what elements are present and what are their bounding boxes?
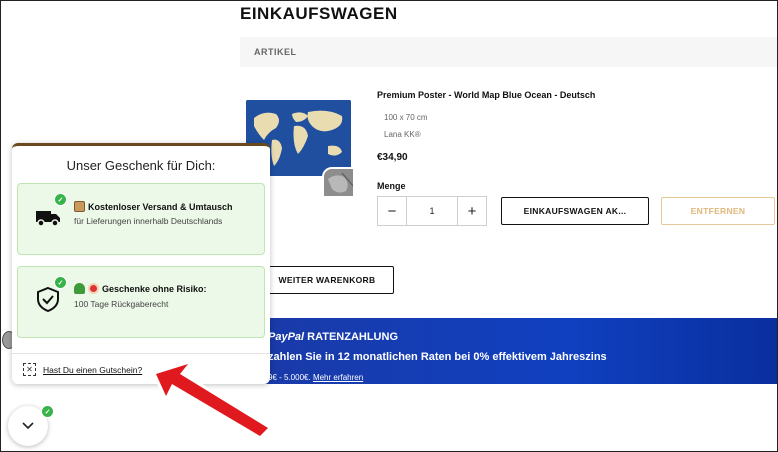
product-size: 100 x 70 cm <box>384 113 428 122</box>
paypal-heading: PayPal RATENZAHLUNG <box>268 331 398 343</box>
add-to-cart-button[interactable]: EINKAUFSWAGEN AK... <box>501 197 649 225</box>
gift-popup: Unser Geschenk für Dich: ✓ Kostenloser V… <box>12 143 270 384</box>
red-arrow-annotation <box>153 361 271 439</box>
continue-cart-button[interactable]: WEITER WARENKORB <box>260 266 394 294</box>
product-zoom-thumbnail[interactable] <box>322 167 355 198</box>
coupon-link[interactable]: ✕ Hast Du einen Gutschein? <box>23 363 142 376</box>
quantity-input[interactable]: 1 <box>406 197 458 225</box>
cart-table-header: ARTIKEL <box>240 37 777 67</box>
chevron-down-icon <box>22 422 34 430</box>
column-header-article: ARTIKEL <box>254 47 297 57</box>
page-title: EINKAUFSWAGEN <box>240 4 398 23</box>
product-name[interactable]: Premium Poster - World Map Blue Ocean - … <box>377 90 595 100</box>
check-icon: ✓ <box>54 276 67 289</box>
benefit-desc-returns: 100 Tage Rückgaberecht <box>74 299 169 309</box>
benefit-title-returns-text: Geschenke ohne Risiko: <box>102 283 207 294</box>
paypal-heading-text: RATENZAHLUNG <box>307 331 398 343</box>
paypal-more-link[interactable]: Mehr erfahren <box>313 373 363 382</box>
remove-button[interactable]: ENTFERNEN <box>661 197 775 225</box>
shield-check-icon <box>37 286 59 313</box>
tree-icon <box>74 283 85 294</box>
paypal-logo: PayPal <box>268 331 305 343</box>
quantity-label: Menge <box>377 181 406 191</box>
coupon-link-text[interactable]: Hast Du einen Gutschein? <box>43 365 142 375</box>
popup-divider <box>12 353 270 354</box>
benefit-card-returns: ✓ Geschenke ohne Risiko: 100 Tage Rückga… <box>17 266 265 338</box>
benefit-desc-shipping: für Lieferungen innerhalb Deutschlands <box>74 216 223 226</box>
paypal-banner: PayPal RATENZAHLUNG zahlen Sie in 12 mon… <box>260 318 777 384</box>
benefit-title-shipping: Kostenloser Versand & Umtausch <box>74 201 233 212</box>
quantity-stepper: − 1 + <box>377 196 487 226</box>
product-maker: Lana KK® <box>384 130 421 139</box>
paypal-range-line: 9€ - 5.000€. Mehr erfahren <box>268 373 363 382</box>
quantity-increment-button[interactable]: + <box>458 197 486 225</box>
quantity-decrement-button[interactable]: − <box>378 197 406 225</box>
product-price: €34,90 <box>377 152 408 163</box>
check-icon: ✓ <box>41 405 54 418</box>
thumbnail-image <box>324 169 353 196</box>
benefit-title-shipping-text: Kostenloser Versand & Umtausch <box>88 201 233 212</box>
paypal-subline: zahlen Sie in 12 monatlichen Raten bei 0… <box>268 351 607 363</box>
gift-popup-title: Unser Geschenk für Dich: <box>66 158 216 173</box>
check-icon: ✓ <box>54 193 67 206</box>
package-icon <box>74 201 85 212</box>
santa-icon <box>88 283 99 294</box>
coupon-icon: ✕ <box>23 363 36 376</box>
benefit-title-returns: Geschenke ohne Risiko: <box>74 283 207 294</box>
benefit-card-shipping: ✓ Kostenloser Versand & Umtausch für Lie… <box>17 183 265 255</box>
truck-icon <box>36 211 60 227</box>
